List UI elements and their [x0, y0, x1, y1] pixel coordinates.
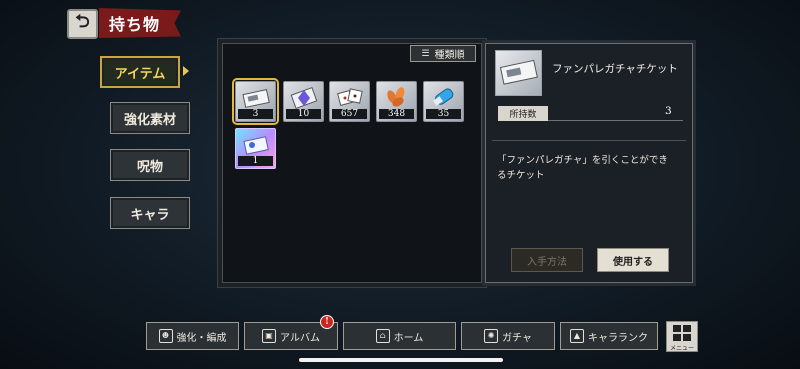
nav-tab-items[interactable]: アイテム — [100, 56, 180, 88]
gacha-ticket-icon — [242, 89, 270, 108]
sort-label: 種類順 — [434, 50, 465, 61]
page-title: 持ち物 — [99, 8, 181, 38]
description-line: 「ファンパレガチャ」を引くことができ — [497, 155, 668, 166]
bottom-nav-label: 強化・編成 — [176, 332, 227, 344]
home-icon: ⌂ — [375, 329, 390, 343]
leaf-icon — [387, 87, 405, 107]
obtain-method-button[interactable]: 入手方法 — [511, 248, 583, 272]
menu-grid-icon — [673, 325, 691, 341]
rank-icon: ▲ — [570, 329, 584, 343]
rainbow-ticket-icon — [243, 136, 269, 155]
item-description: 「ファンパレガチャ」を引くことができ るチケット — [497, 153, 687, 183]
menu-label: メニュー — [669, 345, 694, 352]
item-slot-dice[interactable]: 657 — [329, 81, 370, 122]
item-count: 1 — [238, 156, 273, 166]
item-count: 348 — [379, 109, 414, 119]
bottom-nav-home[interactable]: ⌂ ホーム — [343, 322, 456, 350]
team-icon: ☻ — [158, 329, 173, 343]
crystal-ticket-icon — [290, 87, 318, 109]
bottom-nav-label: ガチャ — [502, 332, 532, 344]
bottom-nav-label: アルバム — [280, 332, 320, 344]
dice-icon — [337, 88, 363, 106]
gacha-icon: ✺ — [484, 329, 499, 343]
bottom-nav-label: ホーム — [393, 332, 424, 344]
gacha-ticket-icon — [499, 59, 538, 85]
bottom-nav-gacha[interactable]: ✺ ガチャ — [461, 322, 555, 350]
description-line: るチケット — [497, 170, 545, 181]
blue-capsule-icon — [433, 88, 454, 106]
owned-count-label: 所持数 — [498, 106, 548, 121]
active-arrow-icon — [183, 66, 189, 76]
item-count: 657 — [332, 109, 367, 119]
owned-divider — [548, 120, 683, 121]
bottom-nav-character-rank[interactable]: ▲ キャラランク — [560, 322, 658, 350]
owned-count-value: 3 — [665, 105, 672, 117]
selected-item-image — [495, 50, 542, 96]
item-slot-crystal-ticket[interactable]: 10 — [283, 81, 324, 122]
item-slot-gacha-ticket[interactable]: 3 — [232, 78, 279, 125]
item-slot-blue-capsule[interactable]: 35 — [423, 81, 464, 122]
back-arrow-icon: ⮌ — [75, 11, 90, 32]
bottom-nav-enhance-team[interactable]: ☻ 強化・編成 — [146, 322, 239, 350]
item-count: 35 — [426, 109, 461, 119]
use-item-button[interactable]: 使用する — [597, 248, 669, 272]
back-button[interactable]: ⮌ — [67, 9, 98, 39]
selected-item-name: ファンパレガチャチケット — [552, 63, 678, 75]
nav-tab-enhance-materials[interactable]: 強化素材 — [110, 102, 190, 134]
nav-tab-cursed-objects[interactable]: 呪物 — [110, 149, 190, 181]
bottom-nav-label: キャラランク — [588, 332, 648, 344]
item-slot-rainbow-ticket[interactable]: 1 — [235, 128, 276, 169]
notification-badge: ! — [320, 315, 334, 329]
home-indicator — [299, 358, 503, 362]
item-slot-leaf[interactable]: 348 — [376, 81, 417, 122]
album-icon: ▣ — [262, 329, 277, 343]
sort-button[interactable]: ☰ 種類順 — [410, 45, 476, 62]
detail-divider — [492, 140, 686, 141]
sort-icon: ☰ — [421, 48, 430, 59]
item-count: 10 — [286, 109, 321, 119]
item-count: 3 — [238, 109, 273, 119]
nav-tab-characters[interactable]: キャラ — [110, 197, 190, 229]
